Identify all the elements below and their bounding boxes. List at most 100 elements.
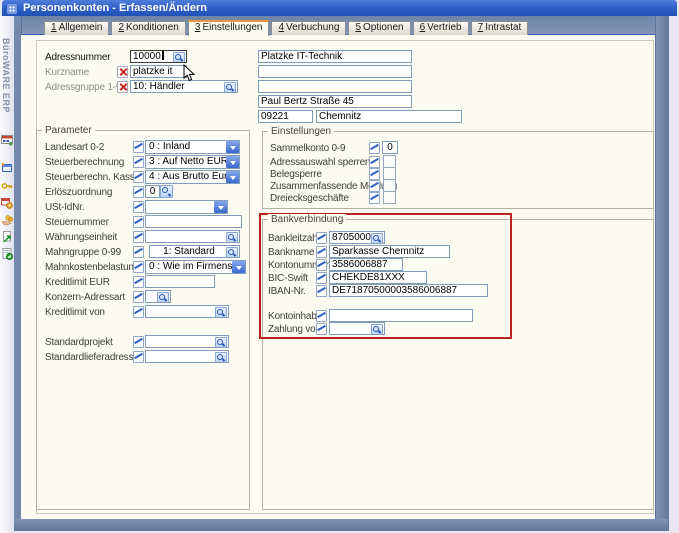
lookup-icon[interactable] bbox=[215, 352, 227, 363]
lookup-icon[interactable] bbox=[215, 337, 227, 348]
konzern-adressart-label: Konzern-Adressart bbox=[45, 292, 125, 303]
mahnkostenbelastung-dropdown[interactable]: 0 : Wie im Firmenstamm eing bbox=[145, 260, 246, 274]
ust-idnr-dropdown[interactable] bbox=[145, 200, 228, 214]
address-street-input[interactable]: Paul Bertz Straße 45 bbox=[258, 95, 412, 108]
key-icon[interactable] bbox=[1, 179, 13, 191]
address-city-input[interactable]: Chemnitz bbox=[316, 110, 462, 123]
edit-note-icon[interactable] bbox=[133, 216, 144, 228]
erloeszuordnung-input[interactable]: 0 bbox=[145, 185, 160, 198]
adressauswahl-sperren-label: Adressauswahl sperren bbox=[270, 157, 370, 168]
edit-note-icon[interactable] bbox=[133, 306, 144, 318]
steuernummer-input[interactable] bbox=[145, 215, 242, 228]
edit-note-icon[interactable] bbox=[369, 192, 380, 204]
app-brand: BüroWARE ERP bbox=[1, 38, 11, 148]
edit-note-icon[interactable] bbox=[369, 168, 380, 180]
report-icon[interactable] bbox=[1, 133, 13, 145]
lookup-icon[interactable] bbox=[160, 185, 173, 198]
ust-idnr-label: USt-IdNr. bbox=[45, 202, 84, 213]
app-window: Personenkonten - Erfassen/Ändern BüroWAR… bbox=[0, 0, 679, 533]
address-name1-input[interactable]: Platzke IT-Technik bbox=[258, 50, 412, 63]
delete-field-icon[interactable] bbox=[117, 81, 128, 93]
tab-intrastat[interactable]: 7Intrastat bbox=[471, 21, 529, 35]
steuerberechnung-dropdown[interactable]: 3 : Auf Netto EUR bbox=[145, 155, 240, 169]
einstellungen-group-title: Einstellungen bbox=[268, 126, 334, 137]
edit-note-icon[interactable] bbox=[369, 142, 380, 154]
window-menu-icon[interactable] bbox=[7, 3, 17, 13]
edit-note-icon[interactable] bbox=[133, 336, 144, 348]
address-name3-input[interactable] bbox=[258, 80, 412, 93]
dreiecksgeschaefte-checkbox[interactable] bbox=[383, 191, 396, 204]
edit-note-icon[interactable] bbox=[133, 171, 144, 183]
edit-note-icon[interactable] bbox=[133, 186, 144, 198]
steuernummer-label: Steuernummer bbox=[45, 217, 109, 228]
erloeszuordnung-label: Erlöszuordnung bbox=[45, 187, 112, 198]
edit-note-icon[interactable] bbox=[369, 156, 380, 168]
kreditlimit-von-label: Kreditlimit von bbox=[45, 307, 105, 318]
adressnummer-label: Adressnummer bbox=[45, 52, 110, 63]
title-bar: Personenkonten - Erfassen/Ändern bbox=[2, 0, 677, 16]
payment-hand-icon[interactable] bbox=[1, 213, 13, 225]
window-border-bottom bbox=[14, 519, 668, 531]
konzern-adressart-input[interactable] bbox=[145, 290, 171, 303]
steuerberechn-kasse-dropdown[interactable]: 4 : Aus Brutto Euro bbox=[145, 170, 240, 184]
highlight-annotation bbox=[259, 213, 512, 339]
edit-note-icon[interactable] bbox=[133, 231, 144, 243]
mouse-cursor bbox=[183, 64, 195, 88]
standardlieferadresse-input[interactable] bbox=[145, 350, 229, 363]
landesart-dropdown[interactable]: 0 : Inland bbox=[145, 140, 240, 154]
edit-note-icon[interactable] bbox=[133, 246, 144, 258]
edit-note-icon[interactable] bbox=[133, 276, 144, 288]
tab-allgemein[interactable]: 1Allgemein bbox=[44, 21, 109, 35]
lookup-icon[interactable] bbox=[224, 82, 236, 93]
bank-group-title: Bankverbindung bbox=[268, 214, 346, 225]
tab-vertrieb[interactable]: 6Vertrieb bbox=[413, 21, 469, 35]
kreditlimit-eur-input[interactable] bbox=[145, 275, 215, 288]
kreditlimit-von-input[interactable] bbox=[145, 305, 229, 318]
sammelkonto-label: Sammelkonto 0-9 bbox=[270, 143, 345, 154]
export-page-icon[interactable] bbox=[1, 230, 13, 242]
kreditlimit-eur-label: Kreditlimit EUR bbox=[45, 277, 110, 288]
document-ok-icon[interactable] bbox=[1, 247, 13, 259]
edit-note-icon[interactable] bbox=[133, 156, 144, 168]
parameter-group-title: Parameter bbox=[42, 125, 95, 136]
edit-note-icon[interactable] bbox=[133, 201, 144, 213]
standardprojekt-input[interactable] bbox=[145, 335, 229, 348]
adressnummer-input[interactable]: 10000 bbox=[130, 50, 187, 63]
standardprojekt-label: Standardprojekt bbox=[45, 337, 113, 348]
delete-field-icon[interactable] bbox=[117, 66, 128, 78]
tab-verbuchung[interactable]: 4Verbuchung bbox=[271, 21, 346, 35]
belegsperre-label: Belegsperre bbox=[270, 169, 322, 180]
address-settings-icon[interactable] bbox=[1, 196, 13, 208]
landesart-label: Landesart 0-2 bbox=[45, 142, 104, 153]
kurzname-input[interactable]: platzke it bbox=[130, 65, 187, 78]
kurzname-label: Kurzname bbox=[45, 67, 89, 78]
tab-strip: 1Allgemein 2Konditionen 3Einstellungen 4… bbox=[44, 20, 530, 36]
address-name2-input[interactable] bbox=[258, 65, 412, 78]
lookup-icon[interactable] bbox=[173, 52, 185, 63]
edit-note-icon[interactable] bbox=[133, 261, 144, 273]
edit-note-icon[interactable] bbox=[369, 180, 380, 192]
tab-optionen[interactable]: 5Optionen bbox=[348, 21, 410, 35]
lookup-icon[interactable] bbox=[215, 307, 227, 318]
tab-einstellungen[interactable]: 3Einstellungen bbox=[188, 20, 270, 36]
edit-note-icon[interactable] bbox=[133, 141, 144, 153]
sammelkonto-input[interactable]: 0 bbox=[382, 141, 398, 154]
waehrungseinheit-input[interactable] bbox=[145, 230, 240, 243]
standardlieferadresse-label: Standardlieferadresse bbox=[45, 352, 139, 363]
edit-note-icon[interactable] bbox=[133, 351, 144, 363]
edit-note-icon[interactable] bbox=[133, 291, 144, 303]
lookup-icon[interactable] bbox=[157, 292, 169, 303]
steuerberechnung-label: Steuerberechnung bbox=[45, 157, 124, 168]
lookup-icon[interactable] bbox=[226, 247, 238, 258]
window-icon[interactable] bbox=[1, 161, 13, 173]
steuerberechn-kasse-label: Steuerberechn. Kasse bbox=[45, 172, 140, 183]
window-title: Personenkonten - Erfassen/Ändern bbox=[23, 0, 207, 16]
tab-konditionen[interactable]: 2Konditionen bbox=[111, 21, 185, 35]
text-caret bbox=[162, 51, 164, 60]
mahngruppe-input[interactable]: 1: Standard bbox=[149, 245, 240, 258]
waehrungseinheit-label: Währungseinheit bbox=[45, 232, 117, 243]
lookup-icon[interactable] bbox=[226, 232, 238, 243]
adressgruppe-label: Adressgruppe 1-99 bbox=[45, 82, 127, 93]
address-zip-input[interactable]: 09221 bbox=[258, 110, 313, 123]
app-sidebar: BüroWARE ERP bbox=[0, 16, 14, 533]
